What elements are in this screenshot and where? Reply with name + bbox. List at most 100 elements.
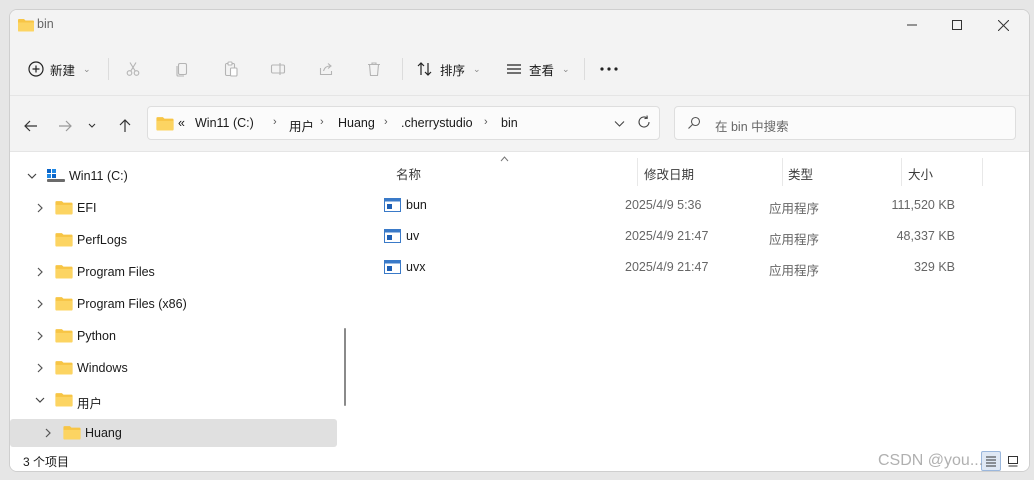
nav-item-label: Win11 (C:) [69,169,128,183]
folder-icon [55,392,73,410]
nav-item-label: 用户 [77,397,103,411]
copy-icon [176,62,188,77]
file-modified: 2025/4/9 21:47 [625,260,709,274]
chevron-down-icon[interactable] [33,393,47,407]
column-header-modified[interactable]: 修改日期 [644,164,694,183]
nav-item-program-files[interactable]: Program Files [10,258,337,286]
column-divider[interactable] [782,158,783,186]
nav-item-win11-c[interactable]: Win11 (C:) [10,162,337,190]
chevron-right-icon[interactable] [33,329,47,343]
breadcrumb-item[interactable]: Huang [338,116,375,130]
paste-icon [224,61,238,77]
chevron-right-icon[interactable]: › [273,116,277,128]
file-size: 329 KB [913,260,955,274]
file-row[interactable]: uvx 2025/4/9 21:47 应用程序 329 KB [374,254,982,282]
large-icons-view-button[interactable] [1003,451,1023,471]
arrow-up-icon [119,119,131,132]
nav-item-users[interactable]: 用户 [10,386,337,414]
details-view-button[interactable] [981,451,1001,471]
forward-button[interactable] [53,114,77,138]
close-button[interactable] [980,10,1026,40]
chevron-right-icon[interactable] [33,361,47,375]
address-row: « Win11 (C:) › 用户 › Huang › .cherrystudi… [10,96,1029,152]
scissors-icon [126,62,140,76]
chevron-right-icon[interactable]: › [384,116,388,128]
nav-item-efi[interactable]: EFI [10,194,337,222]
recent-locations-button[interactable] [84,114,100,138]
up-button[interactable] [113,114,137,138]
chevron-right-icon[interactable]: › [320,116,324,128]
paste-button[interactable] [216,54,246,84]
share-icon [319,63,333,76]
maximize-button[interactable] [934,10,980,40]
refresh-icon [638,115,650,128]
sort-button[interactable]: 排序 ⌄ [416,54,481,84]
arrow-right-icon [59,120,72,132]
file-list: 名称 修改日期 类型 大小 bun 2025/4/9 5:36 应用程序 111… [354,152,1029,450]
nav-item-label: PerfLogs [77,233,128,247]
file-row[interactable]: uv 2025/4/9 21:47 应用程序 48,337 KB [374,223,982,251]
nav-item-perflogs[interactable]: PerfLogs [10,226,337,254]
maximize-icon [952,20,962,30]
column-divider[interactable] [637,158,638,186]
rename-button[interactable] [263,54,293,84]
breadcrumb-item[interactable]: .cherrystudio [401,116,473,130]
column-divider[interactable] [901,158,902,186]
new-button[interactable]: 新建 ⌄ [28,54,91,84]
minimize-button[interactable] [889,10,935,40]
folder-icon [55,264,73,282]
delete-button[interactable] [359,54,389,84]
chevron-right-icon[interactable] [33,297,47,311]
search-input[interactable]: 在 bin 中搜索 [674,106,1016,140]
nav-item-label: Python [77,329,116,343]
file-row[interactable]: bun 2025/4/9 5:36 应用程序 111,520 KB [374,192,982,220]
plus-circle-icon [28,61,44,77]
nav-scrollbar-thumb[interactable] [344,328,346,406]
column-header-type[interactable]: 类型 [788,164,813,183]
column-header-size[interactable]: 大小 [908,164,933,183]
chevron-right-icon[interactable] [41,426,55,440]
back-button[interactable] [19,114,43,138]
search-icon [687,116,701,133]
window-title: bin [37,17,54,31]
breadcrumb-item[interactable]: 用户 [289,116,314,135]
chevron-right-icon[interactable] [33,201,47,215]
file-name: bun [406,198,427,212]
nav-item-huang[interactable]: Huang [10,419,337,447]
file-modified: 2025/4/9 5:36 [625,198,702,212]
search-placeholder: 在 bin 中搜索 [715,120,789,134]
folder-icon [55,232,73,250]
toolbar-divider [584,58,585,80]
chevron-right-icon[interactable]: › [484,116,488,128]
refresh-button[interactable] [637,115,651,132]
tiles-view-icon [1008,456,1018,467]
copy-button[interactable] [167,54,197,84]
toolbar-divider [108,58,109,80]
address-bar[interactable]: « Win11 (C:) › 用户 › Huang › .cherrystudi… [147,106,660,140]
column-header-name[interactable]: 名称 [396,164,421,183]
nav-item-label: EFI [77,201,97,215]
nav-item-python[interactable]: Python [10,322,337,350]
more-options-button[interactable] [594,54,624,84]
chevron-down-icon[interactable] [25,169,39,183]
folder-icon [55,296,73,314]
rename-icon [270,63,286,75]
minimize-icon [907,24,917,26]
arrow-left-icon [24,120,37,132]
file-size: 111,520 KB [891,198,955,212]
nav-item-program-files-x86[interactable]: Program Files (x86) [10,290,337,318]
column-divider[interactable] [982,158,983,186]
breadcrumb-item[interactable]: Win11 (C:) [195,116,254,130]
folder-icon [63,425,81,443]
breadcrumb-item[interactable]: bin [501,116,518,130]
chevron-right-icon[interactable] [33,265,47,279]
share-button[interactable] [311,54,341,84]
file-type: 应用程序 [769,233,820,247]
application-icon [384,260,401,277]
view-button[interactable]: 查看 ⌄ [505,54,570,84]
cut-button[interactable] [118,54,148,84]
chevron-down-icon: ⌄ [83,63,91,74]
address-history-button[interactable] [614,117,625,131]
breadcrumb-overflow[interactable]: « [178,116,185,130]
nav-item-windows[interactable]: Windows [10,354,337,382]
